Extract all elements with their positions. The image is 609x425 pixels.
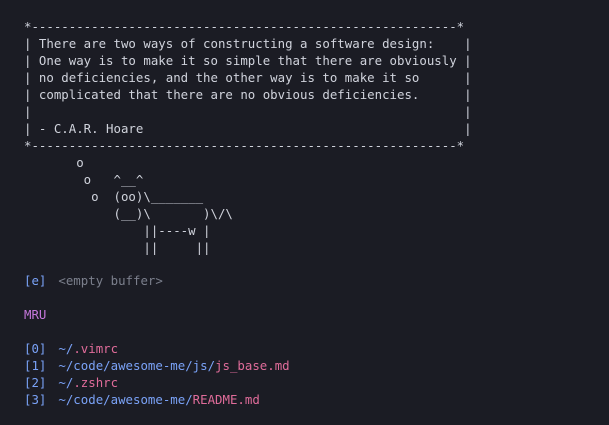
mru-item[interactable]: [0] ~/.vimrc: [24, 340, 118, 357]
mru-item[interactable]: [3] ~/code/awesome-me/README.md: [24, 391, 260, 408]
cowsay-line: | There are two ways of constructing a s…: [24, 36, 472, 51]
cowsay-header: *---------------------------------------…: [24, 18, 472, 256]
cow-ascii-line: o: [24, 155, 84, 170]
entry-file: js_base.md: [215, 358, 290, 373]
cow-ascii-line: o (oo)\_______: [24, 189, 204, 204]
mru-item[interactable]: [1] ~/code/awesome-me/js/js_base.md: [24, 357, 290, 374]
cowsay-line: *---------------------------------------…: [24, 19, 465, 34]
cowsay-line: *---------------------------------------…: [24, 138, 465, 153]
cow-ascii-line: (__)\ )\/\: [24, 206, 233, 221]
entry-dir: ~/: [58, 341, 74, 356]
mru-item[interactable]: [2] ~/.zshrc: [24, 374, 118, 391]
entry-index: [e]: [24, 273, 47, 288]
entry-index: [0]: [24, 341, 47, 356]
startify-screen: *---------------------------------------…: [0, 0, 609, 425]
cowsay-line: | One way is to make it so simple that t…: [24, 53, 472, 68]
cowsay-line: | - C.A.R. Hoare |: [24, 121, 472, 136]
entry-label: <empty buffer>: [58, 273, 163, 288]
empty-buffer-entry[interactable]: [e] <empty buffer>: [24, 272, 163, 289]
entry-file: .zshrc: [73, 375, 119, 390]
entry-dir: ~/: [58, 375, 74, 390]
entry-file: README.md: [192, 392, 260, 407]
section-title: MRU: [24, 307, 47, 322]
cowsay-line: | no deficiencies, and the other way is …: [24, 70, 472, 85]
cow-ascii-line: || ||: [24, 240, 211, 255]
entry-index: [2]: [24, 375, 47, 390]
entry-index: [1]: [24, 358, 47, 373]
cowsay-line: | |: [24, 104, 472, 119]
cow-ascii-line: ||----w |: [24, 223, 211, 238]
entry-file: .vimrc: [73, 341, 119, 356]
entry-dir: ~/code/awesome-me/: [58, 392, 193, 407]
cow-ascii-line: o ^__^: [24, 172, 144, 187]
entry-dir: ~/code/awesome-me/js/: [58, 358, 216, 373]
entry-index: [3]: [24, 392, 47, 407]
cowsay-line: | complicated that there are no obvious …: [24, 87, 472, 102]
